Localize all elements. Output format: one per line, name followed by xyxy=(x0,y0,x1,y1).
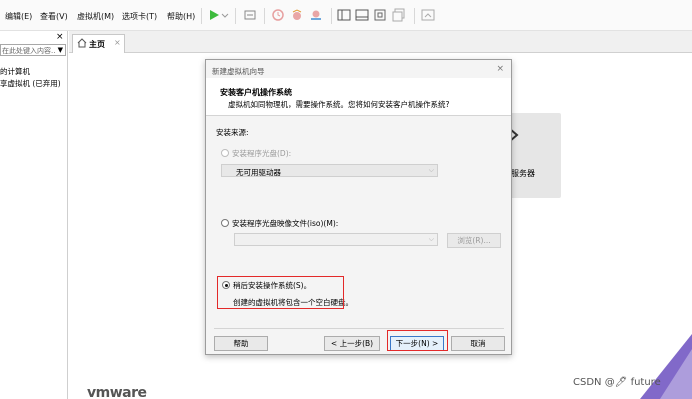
disc-drive-select[interactable]: 无可用驱动器 ⌵ xyxy=(221,164,438,177)
chevron-down-icon: ⌵ xyxy=(428,235,434,243)
menu-tabs[interactable]: 选项卡(T) xyxy=(122,11,157,22)
tab-home-label: 主页 xyxy=(89,40,105,49)
toolbar-separator xyxy=(201,8,202,24)
browse-button[interactable]: 浏览(R)... xyxy=(447,233,501,248)
radio-circle[interactable] xyxy=(221,149,229,157)
toolbar-separator xyxy=(414,8,415,24)
highlight-next-button xyxy=(387,330,448,351)
chevron-down-icon: ⌵ xyxy=(428,166,434,174)
library-item-shared-vms[interactable]: 享虚拟机 (已弃用) xyxy=(0,78,61,89)
snapshot-icon[interactable] xyxy=(271,8,285,22)
toolbar-separator xyxy=(264,8,265,24)
fullscreen-icon[interactable] xyxy=(373,8,387,22)
toolbar-separator xyxy=(331,8,332,24)
highlight-install-later xyxy=(217,276,344,309)
library-pane: × 在此处键入内容... ▼ 的计算机 享虚拟机 (已弃用) xyxy=(0,31,68,399)
library-close-icon[interactable]: × xyxy=(56,32,64,42)
revert-snapshot-icon[interactable] xyxy=(290,8,304,22)
tab-home[interactable]: 主页 × xyxy=(72,34,125,53)
library-item-my-computer[interactable]: 的计算机 xyxy=(0,66,30,77)
header-title: 安装客户机操作系统 xyxy=(220,88,292,97)
install-source-label: 安装来源: xyxy=(216,128,249,137)
tab-strip: 主页 × xyxy=(69,31,692,53)
radio-circle[interactable] xyxy=(221,219,229,227)
search-dropdown-icon[interactable]: ▼ xyxy=(58,46,63,54)
back-button[interactable]: < 上一步(B) xyxy=(324,336,380,351)
thumbnail-bar-icon[interactable] xyxy=(355,8,369,22)
radio-installer-iso[interactable]: 安装程序光盘映像文件(iso)(M): xyxy=(221,218,338,229)
menu-edit[interactable]: 编辑(E) xyxy=(5,11,32,22)
vmware-logo: vmware xyxy=(87,385,147,399)
cancel-button[interactable]: 取消 xyxy=(451,336,505,351)
disc-select-value: 无可用驱动器 xyxy=(236,168,281,177)
footer-divider xyxy=(214,328,504,329)
send-keys-icon[interactable] xyxy=(243,8,257,22)
new-vm-wizard-dialog: 新建虚拟机向导 × 安装客户机操作系统 虚拟机如同物理机，需要操作系统。您将如何… xyxy=(205,59,512,355)
help-button[interactable]: 帮助 xyxy=(214,336,268,351)
tile-label: 服务器 xyxy=(511,169,535,178)
snapshot-manager-icon[interactable] xyxy=(309,8,323,22)
header-subtitle: 虚拟机如同物理机，需要操作系统。您将如何安装客户机操作系统? xyxy=(228,100,450,109)
menubar: 编辑(E) 查看(V) 虚拟机(M) 选项卡(T) 帮助(H) xyxy=(0,0,692,31)
menu-view[interactable]: 查看(V) xyxy=(40,11,68,22)
radio-installer-disc[interactable]: 安装程序光盘(D): xyxy=(221,148,291,159)
menu-vm[interactable]: 虚拟机(M) xyxy=(77,11,114,22)
iso-path-input[interactable]: ⌵ xyxy=(234,233,438,246)
home-icon xyxy=(77,38,87,50)
play-icon[interactable] xyxy=(207,8,221,22)
library-search-input[interactable]: 在此处键入内容... ▼ xyxy=(0,44,66,56)
radio-label: 安装程序光盘映像文件(iso)(M): xyxy=(232,219,339,228)
radio-label: 安装程序光盘(D): xyxy=(232,149,292,158)
show-library-icon[interactable] xyxy=(337,8,351,22)
toolbar-separator xyxy=(235,8,236,24)
corner-decoration xyxy=(640,334,692,399)
csdn-watermark: CSDN @🖊 future xyxy=(573,377,661,388)
search-placeholder: 在此处键入内容... xyxy=(2,47,56,55)
dropdown-arrow-icon[interactable] xyxy=(221,8,229,22)
unity-icon[interactable] xyxy=(392,8,406,22)
dialog-header: 安装客户机操作系统 虚拟机如同物理机，需要操作系统。您将如何安装客户机操作系统? xyxy=(206,78,511,116)
tab-close-icon[interactable]: × xyxy=(114,38,121,47)
console-view-icon[interactable] xyxy=(421,8,435,22)
menu-help[interactable]: 帮助(H) xyxy=(167,11,195,22)
dialog-title: 新建虚拟机向导 xyxy=(212,67,265,76)
dialog-close-icon[interactable]: × xyxy=(496,64,504,74)
